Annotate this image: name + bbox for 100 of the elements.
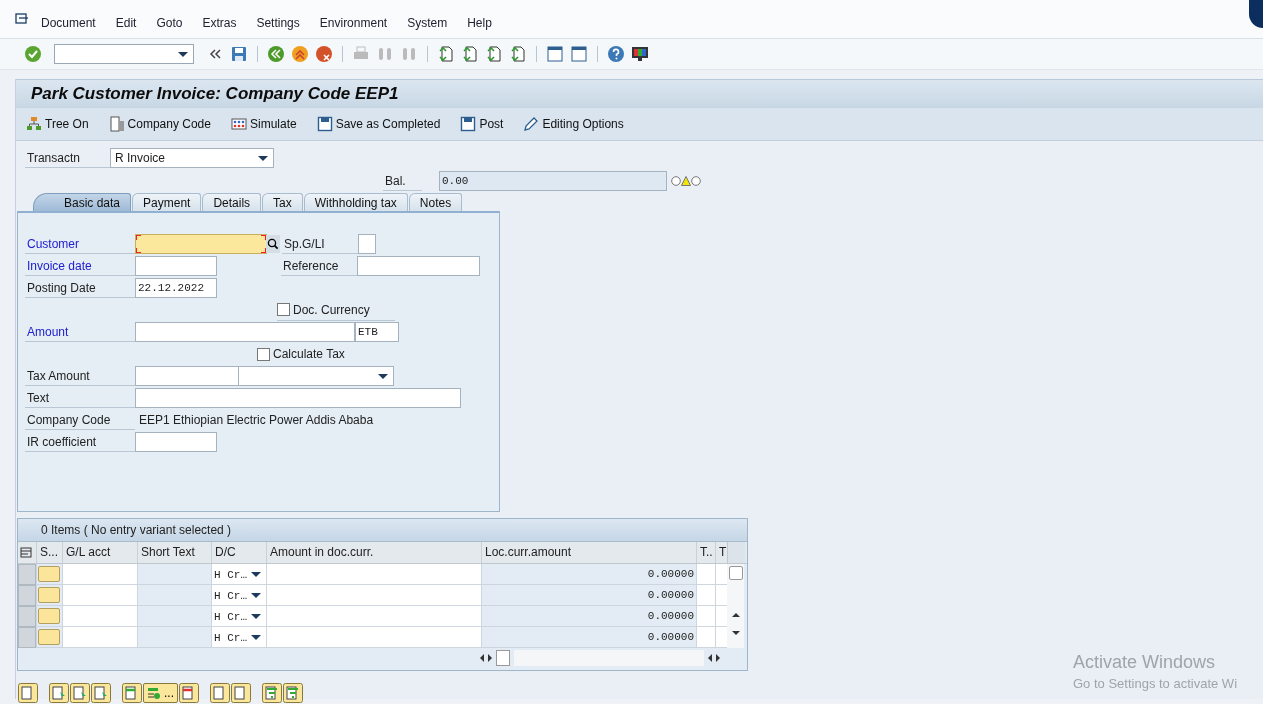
table-cell[interactable]	[696, 585, 715, 606]
menu-item[interactable]: Document	[41, 8, 96, 30]
save-icon	[316, 116, 333, 132]
row-selector[interactable]	[18, 585, 36, 606]
table-cell[interactable]	[62, 585, 137, 606]
field-label: Bal.	[383, 171, 422, 191]
table-cell[interactable]	[696, 606, 715, 627]
tab[interactable]: Payment	[132, 193, 202, 211]
new-window-icon[interactable]	[546, 45, 564, 63]
menu-item[interactable]: Goto	[156, 8, 183, 30]
menu-item[interactable]: Environment	[319, 8, 388, 30]
toolbar-button[interactable]: Post	[460, 114, 504, 134]
table-cell[interactable]	[715, 585, 727, 606]
tab[interactable]: Basic data	[33, 193, 132, 211]
amount-field[interactable]	[135, 322, 355, 342]
column-header[interactable]: D/C	[211, 542, 266, 563]
table-cell[interactable]	[715, 606, 727, 627]
column-header[interactable]: Amount in doc.curr.	[266, 542, 481, 563]
tab[interactable]: Withholding tax	[303, 193, 408, 211]
text-field[interactable]	[135, 388, 461, 408]
save-icon[interactable]	[230, 45, 248, 63]
table-cell[interactable]	[62, 606, 137, 627]
dc-dropdown[interactable]: H Cr…	[211, 627, 266, 648]
tax-code-dropdown[interactable]	[238, 366, 394, 386]
row-selector[interactable]	[18, 627, 36, 648]
back-icon[interactable]	[267, 45, 285, 63]
building-icon	[108, 116, 125, 132]
checkbox[interactable]: Doc. Currency	[277, 299, 395, 321]
tab[interactable]: Notes	[408, 193, 463, 211]
toolbar-button[interactable]: Simulate	[230, 114, 297, 134]
currency-field[interactable]: ETB	[355, 322, 399, 342]
delete-row-icon[interactable]	[179, 683, 199, 703]
column-header[interactable]: S...	[36, 542, 62, 563]
tab[interactable]: Details	[202, 193, 262, 211]
screen-title: Park Customer Invoice: Company Code EEP1	[31, 84, 399, 104]
command-field[interactable]	[54, 44, 194, 64]
help-icon[interactable]	[607, 45, 625, 63]
tab[interactable]: Tax	[262, 193, 303, 211]
search-icon[interactable]	[266, 235, 280, 253]
pencil-icon	[523, 116, 540, 132]
dc-dropdown[interactable]: H Cr…	[211, 585, 266, 606]
checkbox[interactable]: Calculate Tax	[257, 344, 345, 364]
menu-icon[interactable]	[15, 13, 29, 25]
insert-row-icon	[147, 686, 161, 700]
dc-dropdown[interactable]: H Cr…	[211, 606, 266, 627]
transaction-dropdown[interactable]: R Invoice	[110, 148, 274, 168]
tree-icon	[26, 116, 42, 132]
table-cell[interactable]	[62, 627, 137, 648]
reference-field[interactable]	[357, 256, 480, 276]
table-cell[interactable]	[266, 606, 481, 627]
row-selector[interactable]	[18, 606, 36, 627]
table-cell[interactable]	[715, 627, 727, 648]
balance-field: 0.00	[439, 171, 667, 191]
activation-watermark-text: Go to Settings to activate Wi	[1073, 676, 1238, 691]
ir-coefficient-field[interactable]	[135, 432, 217, 452]
menu-item[interactable]: Extras	[202, 8, 237, 30]
column-header[interactable]: Short Text	[137, 542, 211, 563]
company-code-value: EEP1 Ethiopian Electric Power Addis Ababa	[138, 413, 374, 427]
menu-item[interactable]: Settings	[256, 8, 300, 30]
toolbar-button[interactable]: Tree On	[26, 114, 89, 134]
toolbar-button[interactable]: Company Code	[108, 114, 211, 134]
column-header[interactable]: Loc.curr.amount	[481, 542, 696, 563]
table-cell[interactable]	[266, 627, 481, 648]
table-cell: 0.00000	[481, 606, 696, 627]
activation-watermark-title: Activate Windows	[1073, 652, 1217, 673]
invoice-date-field[interactable]	[135, 256, 217, 276]
table-cell[interactable]	[696, 627, 715, 648]
horizontal-scrollbar[interactable]	[480, 648, 720, 668]
enter-check-icon[interactable]	[24, 45, 42, 63]
table-cell[interactable]	[266, 585, 481, 606]
customer-field[interactable]	[135, 234, 267, 254]
table-cell[interactable]	[62, 564, 137, 585]
column-header[interactable]: G/L acct	[62, 542, 137, 563]
table-cell[interactable]	[696, 564, 715, 585]
status-button[interactable]	[38, 629, 60, 645]
window-corner	[1249, 0, 1263, 28]
cancel-icon[interactable]	[315, 45, 333, 63]
menu-item[interactable]: System	[407, 8, 448, 30]
exit-icon[interactable]	[291, 45, 309, 63]
table-cell[interactable]	[266, 564, 481, 585]
monitor-icon[interactable]	[631, 45, 649, 63]
special-gl-field[interactable]	[358, 234, 376, 254]
table-cell: 0.00000	[481, 627, 696, 648]
toolbar-button[interactable]: Save as Completed	[316, 114, 441, 134]
field-label: Company Code	[25, 410, 135, 430]
column-header[interactable]: T..	[696, 542, 715, 563]
menu-item[interactable]: Edit	[115, 8, 137, 30]
menu-item[interactable]: Help	[467, 8, 492, 30]
insert-row-icon[interactable]	[122, 683, 142, 703]
dots-grid-icon	[230, 116, 247, 132]
insert-rows-button[interactable]: ...	[143, 683, 178, 703]
vertical-scrollbar[interactable]	[727, 564, 744, 648]
status-button[interactable]	[38, 608, 60, 624]
dc-dropdown[interactable]: H Cr…	[211, 564, 266, 585]
table-cell: 0.00000	[481, 564, 696, 585]
toolbar-button[interactable]: Editing Options	[523, 114, 624, 134]
status-button[interactable]	[38, 587, 60, 603]
table-cell[interactable]	[715, 564, 727, 585]
table-cell: 0.00000	[481, 585, 696, 606]
posting-date-field[interactable]: 22.12.2022	[135, 278, 217, 298]
